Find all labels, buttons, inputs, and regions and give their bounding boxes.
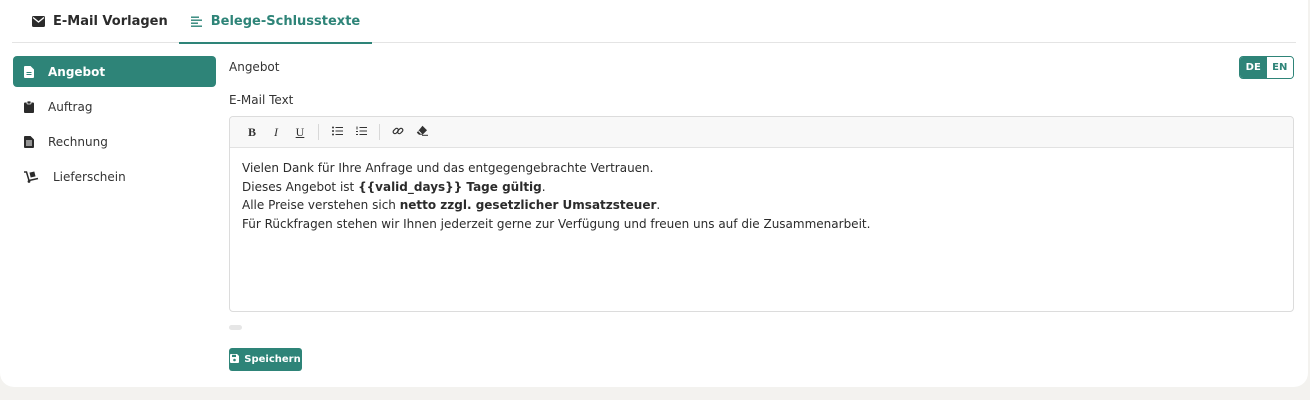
text-line: Vielen Dank für Ihre Anfrage und das ent… (242, 159, 1281, 178)
text-segment: Alle Preise verstehen sich (242, 198, 400, 212)
eraser-icon (416, 125, 428, 139)
align-left-icon (190, 16, 203, 28)
bold-segment: {{valid_days}} Tage gültig (358, 179, 542, 194)
resize-handle[interactable] (229, 325, 242, 330)
tab-bar: E-Mail Vorlagen Belege-Schlusstexte (12, 0, 1296, 44)
bold-segment: netto zzgl. gesetzlicher Umsatzsteuer (399, 198, 657, 212)
save-button-label: Speichern (244, 354, 301, 365)
sidebar-item-invoice[interactable]: Rechnung (13, 126, 216, 157)
italic-button[interactable]: I (264, 121, 288, 143)
text-segment: . (656, 198, 661, 212)
tab-document-closing-texts[interactable]: Belege-Schlusstexte (179, 0, 372, 44)
sidebar-item-offer[interactable]: Angebot (13, 56, 216, 87)
document-type-sidebar: Angebot Auftrag Rechnung Lieferschein (13, 56, 216, 196)
language-button-de[interactable]: DE (1240, 57, 1267, 78)
underline-button[interactable]: U (288, 121, 312, 143)
bullet-list-icon (331, 126, 343, 139)
clear-formatting-button[interactable] (410, 121, 434, 143)
settings-card: E-Mail Vorlagen Belege-Schlusstexte Ange… (0, 0, 1308, 387)
envelope-icon (32, 16, 45, 27)
text-line: Für Rückfragen stehen wir Ihnen jederzei… (242, 215, 1281, 234)
text-segment: Für Rückfragen stehen wir Ihnen jederzei… (242, 216, 871, 231)
text-segment: Vielen Dank für Ihre Anfrage und das ent… (242, 161, 654, 175)
sidebar-item-label: Angebot (48, 64, 106, 79)
language-button-en[interactable]: EN (1266, 57, 1293, 78)
text-line: Dieses Angebot ist {{valid_days}} Tage g… (242, 178, 1281, 197)
invoice-icon (24, 135, 34, 148)
editor-toolbar: B I U (230, 117, 1293, 148)
numbered-list-button[interactable] (349, 121, 373, 143)
bullet-list-button[interactable] (325, 121, 349, 143)
sidebar-item-label: Auftrag (48, 99, 93, 114)
text-segment: . (541, 179, 546, 194)
tab-email-templates[interactable]: E-Mail Vorlagen (32, 0, 168, 43)
numbered-list-icon (355, 126, 367, 139)
save-icon (230, 353, 240, 366)
save-button[interactable]: Speichern (229, 348, 302, 371)
sidebar-item-label: Lieferschein (53, 169, 126, 184)
link-icon (392, 125, 404, 140)
editor-content[interactable]: Vielen Dank für Ihre Anfrage und das ent… (230, 148, 1293, 244)
text-line: Alle Preise verstehen sich netto zzgl. g… (242, 196, 1281, 215)
tab-label: Belege-Schlusstexte (210, 14, 361, 29)
language-toggle: DE EN (1239, 56, 1294, 79)
document-icon (24, 65, 34, 78)
dolly-icon (24, 170, 39, 183)
bold-button[interactable]: B (240, 121, 264, 143)
toolbar-divider (379, 124, 380, 140)
sidebar-item-delivery-note[interactable]: Lieferschein (13, 161, 216, 192)
insert-link-button[interactable] (386, 121, 410, 143)
sidebar-item-label: Rechnung (48, 134, 108, 149)
email-text-label: E-Mail Text (229, 93, 294, 107)
text-segment: Dieses Angebot ist (242, 179, 359, 194)
clipboard-icon (24, 100, 34, 113)
toolbar-divider (318, 124, 319, 140)
sidebar-item-order[interactable]: Auftrag (13, 91, 216, 122)
section-title: Angebot (229, 60, 280, 74)
tab-label: E-Mail Vorlagen (53, 14, 168, 29)
rich-text-editor: B I U Vielen Dank für Ihre Anfrage und d… (229, 116, 1294, 312)
